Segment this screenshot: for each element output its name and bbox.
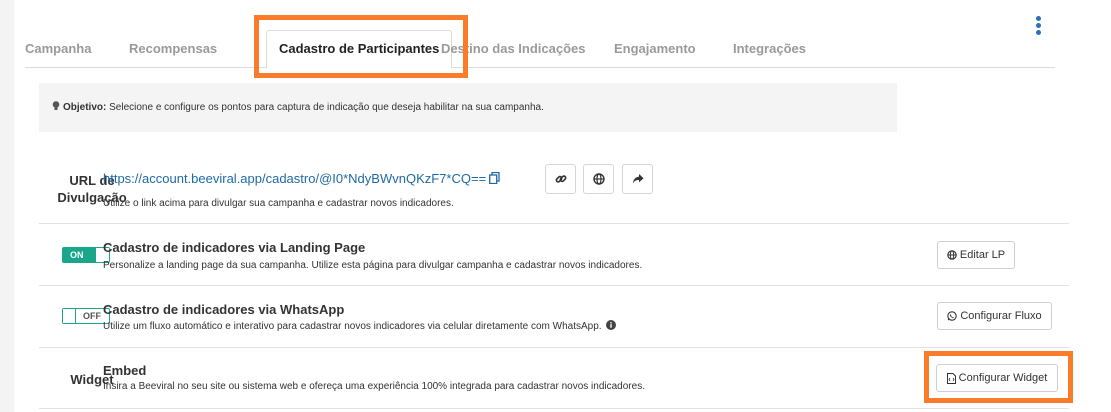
share-icon xyxy=(632,174,643,184)
link-button[interactable] xyxy=(545,164,576,194)
embed-title: Embed xyxy=(103,363,147,378)
objective-banner: Objetivo: Selecione e configure os ponto… xyxy=(39,83,897,132)
whatsapp-description: Utilize um fluxo automático e interativo… xyxy=(103,320,617,332)
tab-destino-das-indicacoes[interactable]: Destino das Indicações xyxy=(441,20,586,68)
landing-page-toggle-label: ON xyxy=(70,250,84,260)
share-button[interactable] xyxy=(622,164,653,194)
globe-button[interactable] xyxy=(583,164,614,194)
info-icon[interactable] xyxy=(606,320,617,330)
whatsapp-icon xyxy=(947,311,958,321)
campaign-url[interactable]: https://account.beeviral.app/cadastro/@I… xyxy=(103,171,500,186)
widget-row xyxy=(39,348,1069,409)
more-options-icon[interactable] xyxy=(1032,16,1044,36)
globe-icon xyxy=(592,173,605,185)
lightbulb-icon xyxy=(52,101,60,110)
campaign-url-text[interactable]: https://account.beeviral.app/cadastro/@I… xyxy=(103,171,486,186)
configure-flow-button-label: Configurar Fluxo xyxy=(960,310,1042,322)
configure-widget-button-label: Configurar Widget xyxy=(958,372,1048,384)
whatsapp-row xyxy=(39,286,1069,348)
configure-widget-button[interactable]: Configurar Widget xyxy=(936,364,1058,392)
edit-lp-button-label: Editar LP xyxy=(959,249,1006,261)
objective-text: Selecione e configure os pontos para cap… xyxy=(109,102,544,113)
whatsapp-description-text: Utilize um fluxo automático e interativo… xyxy=(103,321,602,332)
tab-integracoes[interactable]: Integrações xyxy=(733,20,806,68)
embed-description: Insira a Beeviral no seu site ou sistema… xyxy=(103,381,645,392)
tab-cadastro-de-participantes[interactable]: Cadastro de Participantes xyxy=(266,30,453,69)
landing-page-title: Cadastro de indicadores via Landing Page xyxy=(103,240,366,255)
objective-label: Objetivo: xyxy=(63,102,107,113)
url-row-description: Utilize o link acima para divulgar sua c… xyxy=(103,198,454,209)
edit-lp-button[interactable]: Editar LP xyxy=(937,241,1015,269)
landing-page-row xyxy=(39,224,1069,286)
whatsapp-title: Cadastro de indicadores via WhatsApp xyxy=(103,302,345,317)
link-icon xyxy=(555,175,566,183)
whatsapp-toggle-label: OFF xyxy=(83,311,101,321)
tab-engajamento[interactable]: Engajamento xyxy=(614,20,696,68)
landing-page-description: Personalize a landing page da sua campan… xyxy=(103,260,643,271)
globe-icon xyxy=(947,250,957,260)
tab-campanha[interactable]: Campanha xyxy=(25,20,91,68)
code-file-icon xyxy=(946,372,956,384)
tab-recompensas[interactable]: Recompensas xyxy=(129,20,217,68)
copy-icon[interactable] xyxy=(489,172,500,184)
configure-flow-button[interactable]: Configurar Fluxo xyxy=(937,302,1052,330)
tab-bar: Campanha Recompensas Cadastro de Partici… xyxy=(25,20,1055,69)
